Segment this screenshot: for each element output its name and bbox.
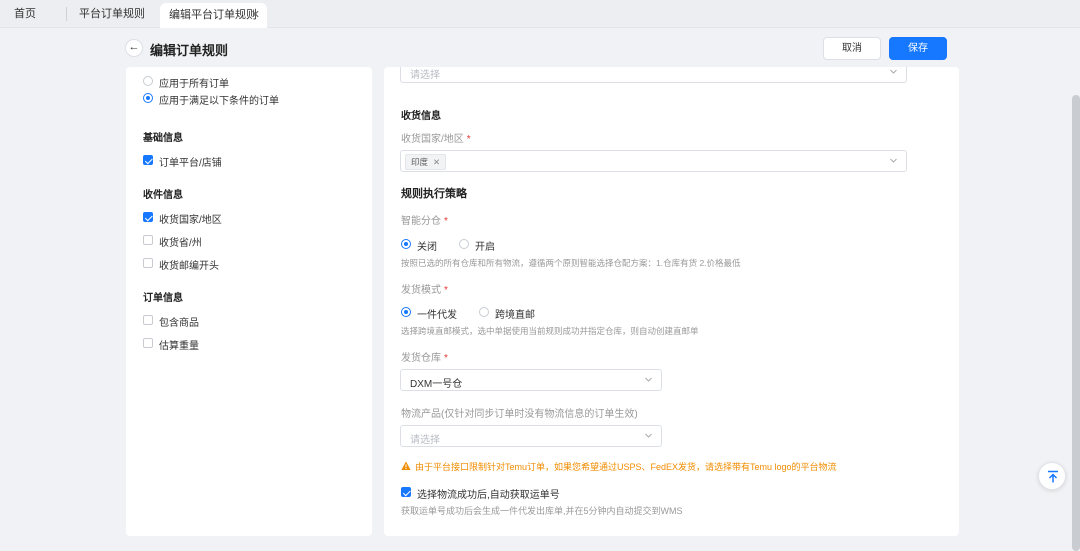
rule-form-panel: 请选择 收货信息 收货国家/地区 * 印度 ✕ 规则执行策略 智能分仓 * 关闭 开启… — [384, 67, 959, 536]
radio-label: 关闭 — [417, 242, 437, 253]
select-placeholder: 请选择 — [410, 435, 440, 446]
section-title-receipt: 收件信息 — [143, 190, 183, 201]
section-title-order: 订单信息 — [143, 293, 183, 304]
arrow-up-icon — [1048, 470, 1058, 483]
ship-mode-radio-direct[interactable] — [479, 307, 489, 317]
ship-mode-help: 选择跨境直邮模式，选中单据使用当前规则成功并指定仓库，则自动创建直邮单 — [401, 326, 699, 336]
strategy-section-title: 规则执行策略 — [401, 188, 467, 200]
required-mark: * — [444, 285, 448, 296]
section-title-basic: 基础信息 — [143, 133, 183, 144]
checkbox-label: 收货省/州 — [159, 238, 202, 249]
checkbox-province-state[interactable] — [143, 235, 153, 245]
radio-label: 一件代发 — [417, 310, 457, 321]
smart-split-help: 按照已选的所有仓库和所有物流，遵循两个原则智能选择仓配方案：1.仓库有货 2.价… — [401, 258, 741, 268]
scope-option-conditional-label: 应用于满足以下条件的订单 — [159, 96, 279, 107]
country-field-label: 收货国家/地区 * — [401, 134, 471, 145]
checkbox-zip-prefix[interactable] — [143, 258, 153, 268]
country-tag: 印度 ✕ — [405, 154, 447, 170]
condition-select[interactable]: 请选择 — [400, 67, 907, 83]
page-header: ← 编辑订单规则 取消 保存 — [0, 29, 1080, 67]
warning-icon — [401, 460, 411, 470]
radio-label: 跨境直邮 — [495, 310, 535, 321]
checkbox-contains-product[interactable] — [143, 315, 153, 325]
scope-radio-conditional[interactable] — [143, 93, 153, 103]
receipt-section-title: 收货信息 — [401, 111, 441, 122]
required-mark: * — [444, 216, 448, 227]
auto-track-label: 选择物流成功后,自动获取运单号 — [417, 490, 560, 501]
save-button[interactable]: 保存 — [889, 37, 947, 60]
country-select[interactable]: 印度 ✕ — [400, 150, 907, 172]
warehouse-select[interactable]: DXM一号仓 — [400, 369, 662, 391]
page-title: 编辑订单规则 — [150, 43, 229, 58]
checkbox-estimated-weight[interactable] — [143, 338, 153, 348]
checkbox-country-region[interactable] — [143, 212, 153, 222]
back-to-top-button[interactable] — [1038, 462, 1066, 490]
select-placeholder: 请选择 — [410, 70, 440, 81]
checkbox-auto-fetch-tracking[interactable] — [401, 487, 411, 497]
required-mark: * — [444, 353, 448, 364]
checkbox-label: 订单平台/店铺 — [159, 158, 222, 169]
select-value: DXM一号仓 — [410, 379, 463, 390]
smart-split-radio-on[interactable] — [459, 239, 469, 249]
ship-mode-radio-dropship[interactable] — [401, 307, 411, 317]
tab-label: 编辑平台订单规则 — [169, 9, 257, 21]
chevron-down-icon — [645, 376, 652, 383]
radio-label: 开启 — [475, 242, 495, 253]
cancel-button[interactable]: 取消 — [823, 37, 881, 60]
checkbox-label: 包含商品 — [159, 318, 199, 329]
chevron-down-icon — [645, 432, 652, 439]
scope-radio-all[interactable] — [143, 76, 153, 86]
smart-split-label: 智能分仓 * — [401, 216, 448, 227]
temu-warning-text: 由于平台接口限制针对Temu订单，如果您希望通过USPS、FedEX发货，请选择… — [415, 462, 837, 472]
tab-platform-order-rules[interactable]: 平台订单规则 — [66, 7, 145, 21]
chevron-down-icon — [890, 68, 897, 75]
condition-panel: 应用于所有订单 应用于满足以下条件的订单 基础信息 订单平台/店铺 收件信息 收… — [126, 67, 372, 536]
tag-close-icon[interactable]: ✕ — [433, 157, 440, 167]
tab-bar: 首页 平台订单规则 编辑平台订单规则 ✕ — [0, 0, 1080, 28]
logistics-label: 物流产品(仅针对同步订单时没有物流信息的订单生效) — [401, 409, 638, 420]
checkbox-order-platform-store[interactable] — [143, 155, 153, 165]
page-scrollbar[interactable] — [1072, 95, 1080, 551]
tab-edit-platform-order-rules[interactable]: 编辑平台订单规则 ✕ — [160, 3, 267, 28]
required-mark: * — [466, 134, 471, 145]
smart-split-radio-off[interactable] — [401, 239, 411, 249]
tab-home[interactable]: 首页 — [14, 3, 36, 28]
logistics-select[interactable]: 请选择 — [400, 425, 662, 447]
ship-mode-label: 发货模式 * — [401, 285, 448, 296]
chevron-down-icon — [890, 157, 897, 164]
warehouse-label: 发货仓库 * — [401, 353, 448, 364]
checkbox-label: 估算重量 — [159, 341, 199, 352]
checkbox-label: 收货邮编开头 — [159, 261, 219, 272]
auto-track-help: 获取运单号成功后会生成一件代发出库单,并在5分钟内自动提交到WMS — [401, 506, 683, 516]
scope-option-all-label: 应用于所有订单 — [159, 79, 229, 90]
back-arrow-icon[interactable]: ← — [125, 39, 143, 57]
close-icon[interactable]: ✕ — [251, 3, 260, 27]
checkbox-label: 收货国家/地区 — [159, 215, 222, 226]
